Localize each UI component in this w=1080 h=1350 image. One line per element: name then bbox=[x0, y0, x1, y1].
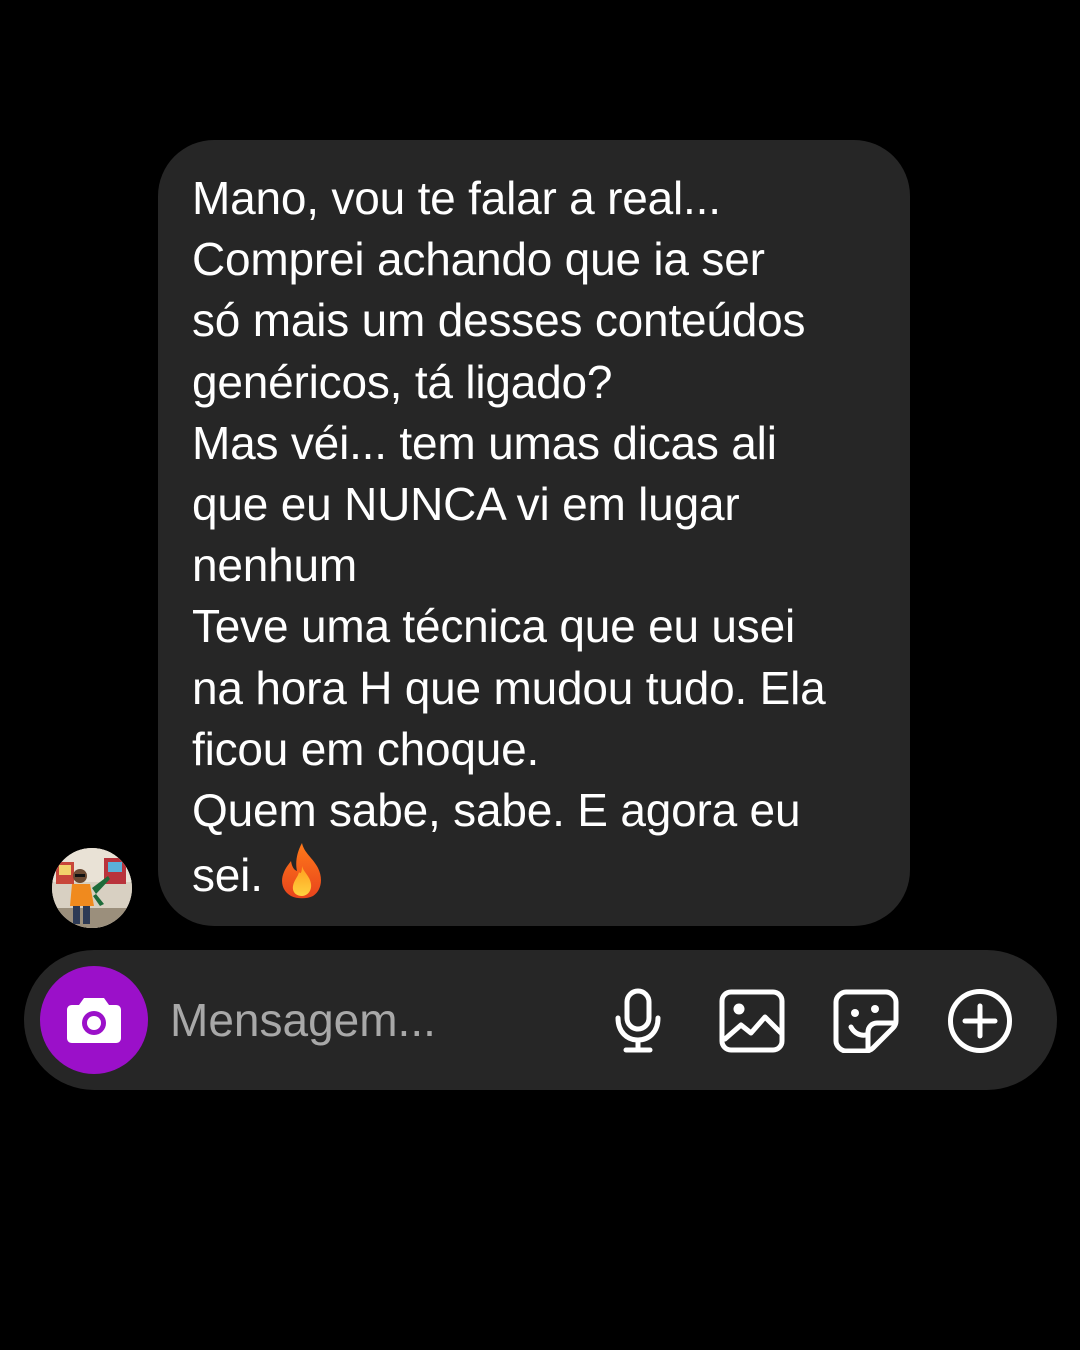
message-line: Comprei achando que ia ser bbox=[192, 233, 765, 286]
message-line: na hora H que mudou tudo. Ela bbox=[192, 661, 826, 714]
microphone-icon bbox=[615, 988, 661, 1053]
message-last-line: sei. bbox=[192, 841, 874, 906]
message-line: Mano, vou te falar a real... bbox=[192, 172, 721, 224]
message-line: nenhum bbox=[192, 539, 358, 592]
message-line: Quem sabe, sabe. E agora eu bbox=[192, 784, 801, 837]
message-input[interactable] bbox=[170, 988, 590, 1052]
message-line-text: sei. bbox=[192, 849, 263, 902]
microphone-button[interactable] bbox=[605, 988, 671, 1054]
message-composer bbox=[24, 950, 1057, 1090]
message-line: que eu NUNCA vi em lugar bbox=[192, 478, 740, 531]
sticker-button[interactable] bbox=[833, 988, 899, 1054]
gallery-button[interactable] bbox=[719, 988, 785, 1054]
message-line: só mais um desses conteúdos bbox=[192, 294, 806, 347]
sender-avatar[interactable] bbox=[52, 848, 132, 928]
fire-emoji-icon bbox=[277, 841, 327, 899]
sticker-icon bbox=[833, 989, 899, 1053]
message-line: Mas véi... tem umas dicas ali bbox=[192, 416, 777, 469]
message-thread: Mano, vou te falar a real... Comprei ach… bbox=[0, 0, 1080, 940]
message-line: genéricos, tá ligado? bbox=[192, 355, 613, 408]
received-message-bubble[interactable]: Mano, vou te falar a real... Comprei ach… bbox=[158, 140, 910, 926]
image-icon bbox=[719, 989, 785, 1053]
more-options-button[interactable] bbox=[947, 988, 1013, 1054]
camera-icon bbox=[67, 998, 121, 1043]
message-line: ficou em choque. bbox=[192, 722, 540, 775]
message-line: Teve uma técnica que eu usei bbox=[192, 600, 796, 653]
camera-button[interactable] bbox=[40, 966, 148, 1074]
plus-circle-icon bbox=[948, 989, 1012, 1053]
avatar-photo-icon bbox=[52, 848, 132, 928]
